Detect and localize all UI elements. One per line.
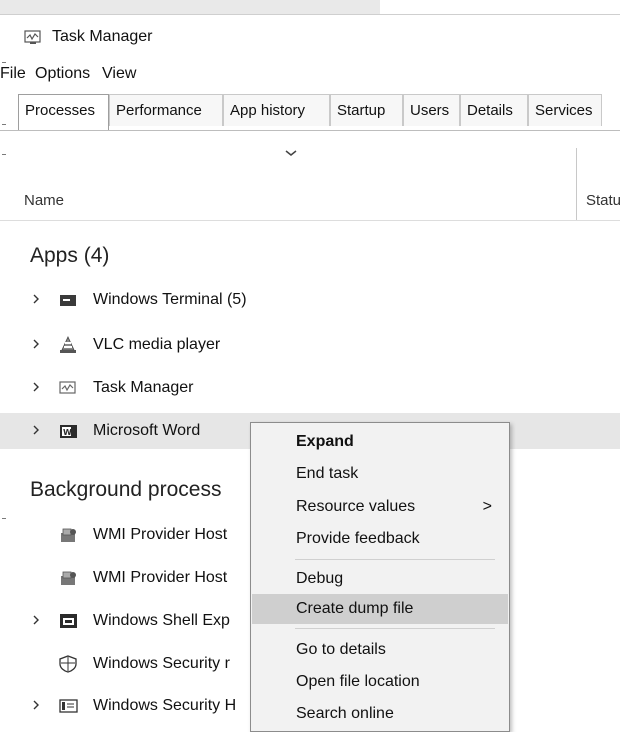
menu-item-create-dump-file[interactable]: Create dump file [252,594,508,624]
process-row[interactable]: VLC media player [0,327,620,363]
process-label: Windows Security H [93,697,237,714]
column-name[interactable]: Name [24,192,64,209]
window-app-icon [60,614,77,628]
window-title: Task Manager [52,28,153,45]
menu-item-label: Debug [296,570,344,587]
menu-file[interactable]: File [0,65,26,83]
tab-services[interactable]: Services [528,94,602,126]
window-top-strip [0,0,620,15]
tab-users[interactable]: Users [403,94,460,126]
process-label: Windows Terminal (5) [93,291,247,308]
menu-item-go-to-details[interactable]: Go to details [252,635,508,665]
menu-bar: File Options View [0,62,620,86]
tab-performance[interactable]: Performance [109,94,223,126]
submenu-chevron-icon: > [482,498,492,515]
window-app-icon [59,699,78,713]
chevron-right-icon[interactable] [32,338,40,350]
menu-item-label: End task [296,465,359,482]
menu-item-search-online[interactable]: Search online [252,699,508,729]
menu-item-end-task[interactable]: End task [252,459,508,489]
context-menu: Expand End task Resource values > Provide… [250,422,510,732]
chevron-right-icon[interactable] [32,614,40,626]
menu-item-label: Go to details [296,641,386,658]
process-row[interactable]: Windows Terminal (5) [0,282,620,318]
shield-icon [59,655,77,673]
menu-item-open-file-location[interactable]: Open file location [252,667,508,697]
process-label: WMI Provider Host [93,569,228,586]
windows-terminal-icon [60,295,76,306]
menu-item-label: Create dump file [296,600,414,617]
group-apps-header: Apps (4) [30,244,110,267]
tab-startup[interactable]: Startup [330,94,403,126]
menu-item-label: Expand [296,433,354,450]
title-bar: Task Manager [0,22,620,52]
tab-app-history[interactable]: App history [223,94,330,126]
chevron-right-icon[interactable] [32,699,40,711]
process-label: WMI Provider Host [93,526,228,543]
word-icon: W [60,425,77,438]
menu-item-label: Open file location [296,673,420,690]
process-label: Windows Shell Exp [93,612,230,629]
process-label: Windows Security r [93,655,230,672]
process-row[interactable]: Task Manager [0,370,620,406]
column-status[interactable]: Statu [586,192,620,209]
group-background-header: Background process [30,478,222,501]
column-separator[interactable] [576,148,577,220]
title-strip-segment [0,0,380,14]
tab-processes[interactable]: Processes [18,94,109,130]
process-label: Task Manager [93,379,194,396]
chevron-right-icon[interactable] [32,424,40,436]
tab-strip: Processes Performance App history Startu… [0,94,620,131]
chevron-right-icon[interactable] [32,381,40,393]
menu-view[interactable]: View [102,65,136,83]
menu-item-label: Search online [296,705,394,722]
menu-item-expand[interactable]: Expand [252,427,508,457]
svg-text:W: W [63,428,72,437]
menu-item-label: Provide feedback [296,530,420,547]
menu-options[interactable]: Options [35,65,90,83]
menu-separator [295,628,495,629]
menu-item-resource-values[interactable]: Resource values > [252,492,508,522]
process-label: VLC media player [93,336,221,353]
menu-item-provide-feedback[interactable]: Provide feedback [252,524,508,554]
tab-details[interactable]: Details [460,94,528,126]
menu-item-label: Resource values [296,498,416,515]
menu-item-debug[interactable]: Debug [252,564,508,594]
column-header: Name Statu [0,132,620,221]
vlc-icon [60,336,76,353]
task-manager-icon [24,30,41,44]
sort-chevron-down-icon[interactable] [284,148,298,158]
chevron-right-icon[interactable] [32,293,40,305]
wmi-icon [61,571,76,585]
process-label: Microsoft Word [93,422,201,439]
task-manager-icon [59,381,76,394]
wmi-icon [61,528,76,542]
menu-separator [295,559,495,560]
